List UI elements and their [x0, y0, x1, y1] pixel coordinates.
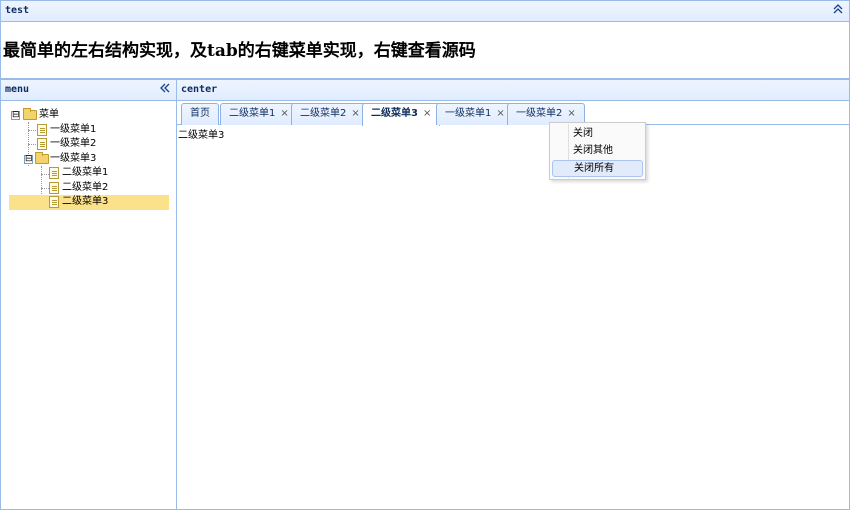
file-icon	[37, 138, 47, 150]
tab-label: 二级菜单2	[300, 108, 347, 119]
file-icon	[37, 123, 47, 136]
collapse-icon[interactable]: ⊟	[11, 111, 20, 120]
north-panel-title: test	[5, 5, 30, 16]
close-icon[interactable]: ×	[567, 108, 575, 119]
tree-node-label: 一级菜单2	[50, 138, 97, 149]
west-panel-title: menu	[5, 84, 30, 95]
tab-label: 首页	[190, 108, 210, 119]
menu-item-close[interactable]: 关闭	[552, 125, 643, 142]
page-headline: 最简单的左右结构实现，及tab的右键菜单实现，右键查看源码	[3, 41, 476, 61]
tree-node-label: 二级菜单3	[62, 196, 109, 207]
folder-open-icon	[23, 108, 37, 120]
tree-node-label: 菜单	[39, 109, 59, 120]
tab-content: 二级菜单3	[178, 130, 225, 141]
file-icon	[49, 196, 59, 208]
tree-node-label: 一级菜单1	[50, 123, 97, 135]
menu-item-close-others[interactable]: 关闭其他	[552, 142, 643, 159]
menu-item-close-all[interactable]: 关闭所有	[552, 160, 643, 177]
menu-tree: ⊟ 菜单 一级菜单1 一级菜单2 ⊟ 一级菜单3 二级菜单1 二级菜单2 二级菜…	[9, 108, 169, 210]
collapse-up-icon[interactable]	[831, 3, 845, 19]
close-icon[interactable]: ×	[280, 108, 288, 119]
tree-node-label: 二级菜单2	[62, 181, 109, 193]
tree-node-label: 一级菜单3	[50, 152, 97, 164]
tab-submenu-1[interactable]: 二级菜单1 ×	[220, 103, 298, 125]
collapse-left-icon[interactable]	[158, 82, 172, 98]
folder-open-icon	[35, 151, 49, 164]
tree-node-item[interactable]: 一级菜单2	[9, 137, 169, 152]
tree-node-root[interactable]: ⊟ 菜单	[9, 108, 169, 123]
close-icon[interactable]: ×	[351, 108, 359, 119]
tree-node-item-selected[interactable]: 二级菜单3	[9, 195, 169, 210]
tab-label: 一级菜单1	[445, 108, 492, 119]
tree-node-label: 二级菜单1	[62, 167, 109, 178]
tree-node-item[interactable]: 一级菜单1	[9, 123, 169, 138]
tab-label: 一级菜单2	[516, 108, 563, 119]
collapse-icon[interactable]: ⊟	[24, 154, 33, 164]
tree-node-folder[interactable]: ⊟ 一级菜单3	[9, 151, 169, 167]
west-panel-header: menu	[0, 79, 177, 101]
file-icon	[49, 167, 59, 179]
tab-label: 二级菜单3	[371, 108, 418, 119]
north-panel-body: 最简单的左右结构实现，及tab的右键菜单实现，右键查看源码	[0, 22, 850, 79]
tree-node-item[interactable]: 二级菜单1	[9, 166, 169, 181]
center-panel-body: 首页 二级菜单1 × 二级菜单2 × 二级菜单3 × 一级菜单1 × 一级菜单2 × 二级…	[176, 101, 850, 510]
north-panel-header: test	[0, 0, 850, 22]
tab-context-menu: 关闭 关闭其他 关闭所有	[549, 122, 646, 180]
file-icon	[49, 181, 59, 194]
tab-submenu-3[interactable]: 二级菜单3 ×	[362, 103, 441, 126]
tab-label: 二级菜单1	[229, 108, 276, 119]
west-panel-body: ⊟ 菜单 一级菜单1 一级菜单2 ⊟ 一级菜单3 二级菜单1 二级菜单2 二级菜…	[0, 101, 177, 510]
close-icon[interactable]: ×	[423, 108, 431, 119]
tree-node-item[interactable]: 二级菜单2	[9, 181, 169, 196]
close-icon[interactable]: ×	[496, 108, 504, 119]
tab-home[interactable]: 首页	[181, 103, 219, 125]
tab-menu-1[interactable]: 一级菜单1 ×	[436, 103, 514, 125]
center-panel-header: center	[176, 79, 850, 101]
center-panel-title: center	[181, 84, 218, 95]
tab-submenu-2[interactable]: 二级菜单2 ×	[291, 103, 369, 125]
tabs-strip: 首页 二级菜单1 × 二级菜单2 × 二级菜单3 × 一级菜单1 × 一级菜单2 ×	[177, 101, 849, 126]
